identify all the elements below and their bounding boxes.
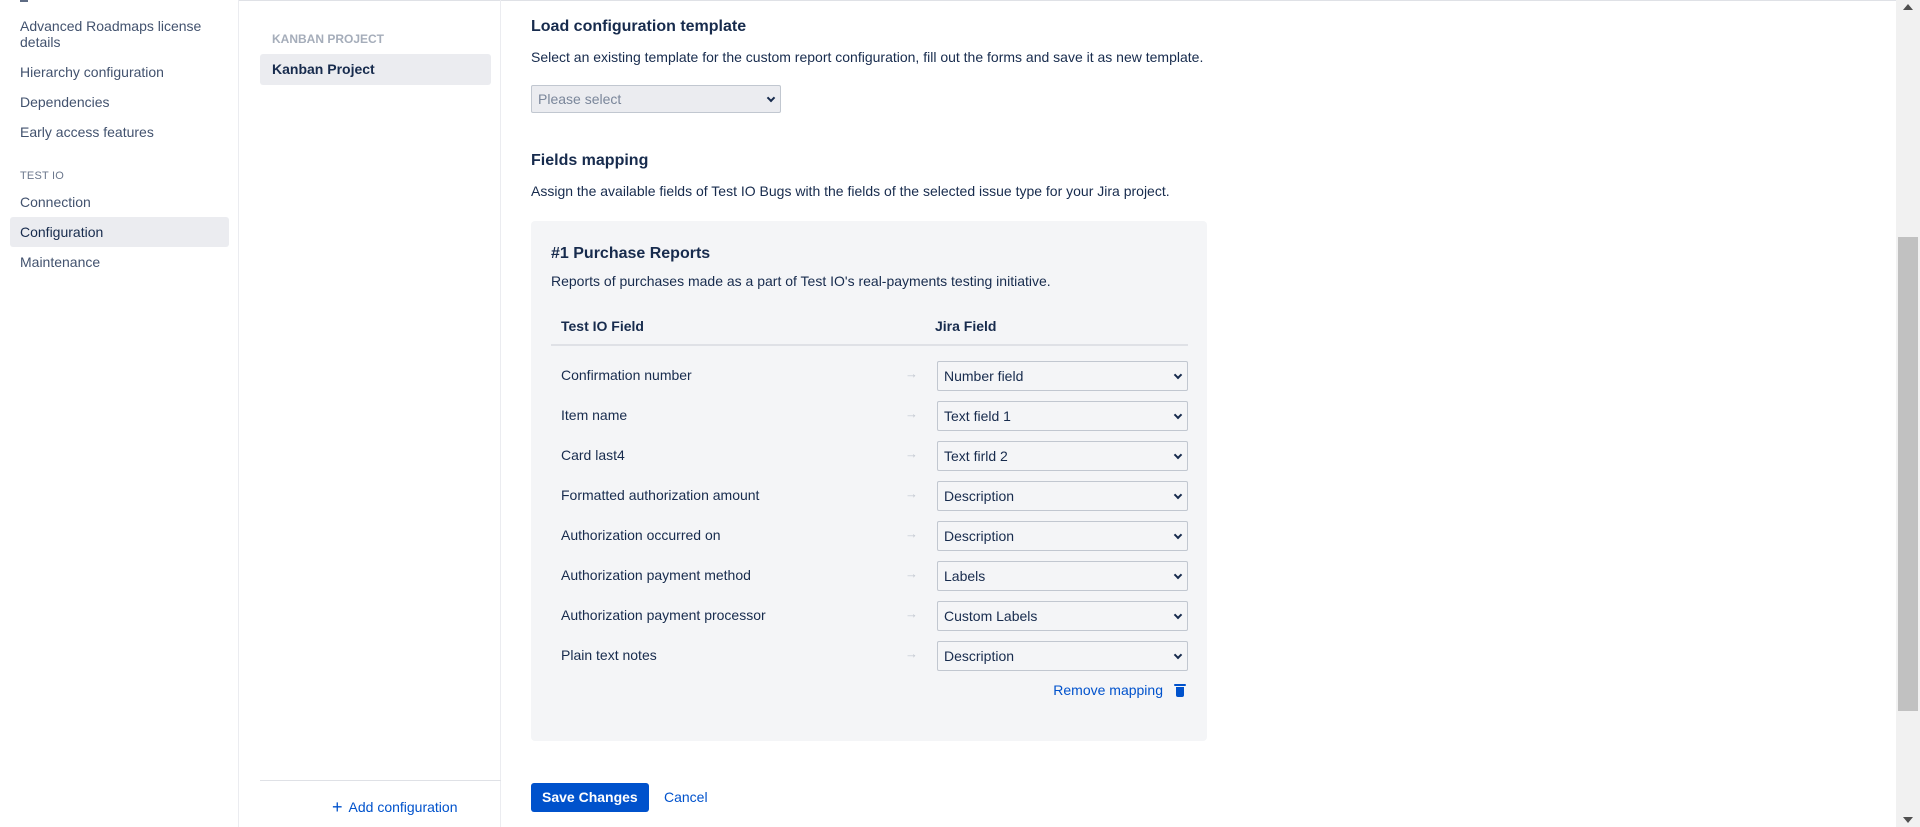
mapping-card-description: Reports of purchases made as a part of T… xyxy=(551,273,1051,289)
testio-field-label: Authorization occurred on xyxy=(561,527,721,543)
settings-sidebar: Advanced Roadmaps license details Hierar… xyxy=(0,0,239,827)
arrow-right-icon: → xyxy=(905,526,918,541)
chevron-down-icon xyxy=(1173,530,1183,540)
jira-field-select[interactable]: Text field 1 xyxy=(937,401,1188,431)
vertical-scrollbar[interactable] xyxy=(1896,0,1920,827)
mapping-row: Authorization occurred on → Description xyxy=(531,516,1207,556)
jira-field-value: Description xyxy=(944,528,1015,544)
remove-mapping-label: Remove mapping xyxy=(1053,682,1163,698)
sidebar-item-hierarchy[interactable]: Hierarchy configuration xyxy=(10,64,229,80)
jira-field-value: Labels xyxy=(944,568,986,584)
mapping-row: Item name → Text field 1 xyxy=(531,396,1207,436)
chevron-down-icon xyxy=(1173,370,1183,380)
mapping-row: Authorization payment processor → Custom… xyxy=(531,596,1207,636)
project-heading: KANBAN PROJECT xyxy=(272,32,385,46)
arrow-right-icon: → xyxy=(905,566,918,581)
sidebar-item-roadmaps-license[interactable]: Advanced Roadmaps license details xyxy=(10,18,229,50)
add-configuration-label: Add configuration xyxy=(348,799,458,815)
mapping-row: Confirmation number → Number field xyxy=(531,356,1207,396)
jira-field-value: Text field 1 xyxy=(944,408,1011,424)
testio-field-label: Plain text notes xyxy=(561,647,657,663)
jira-field-select[interactable]: Description xyxy=(937,641,1188,671)
header-divider xyxy=(551,344,1188,346)
sidebar-item-dependencies[interactable]: Dependencies xyxy=(10,94,229,110)
cancel-button[interactable]: Cancel xyxy=(664,783,708,812)
mapping-card: #1 Purchase Reports Reports of purchases… xyxy=(531,221,1207,741)
sidebar-item-early-access[interactable]: Early access features xyxy=(10,124,229,140)
testio-field-label: Authorization payment method xyxy=(561,567,751,583)
arrow-right-icon: → xyxy=(905,366,918,381)
column-header-jira: Jira Field xyxy=(935,318,997,334)
mapping-row: Card last4 → Text firld 2 xyxy=(531,436,1207,476)
template-select[interactable]: Please select xyxy=(531,85,781,113)
project-list: KANBAN PROJECT Kanban Project + Add conf… xyxy=(240,0,501,827)
trash-icon xyxy=(1174,683,1186,697)
arrow-right-icon: → xyxy=(905,406,918,421)
mapping-row: Plain text notes → Description xyxy=(531,636,1207,676)
jira-field-select[interactable]: Description xyxy=(937,481,1188,511)
jira-field-value: Description xyxy=(944,488,1015,504)
testio-field-label: Confirmation number xyxy=(561,367,692,383)
chevron-down-icon xyxy=(1173,610,1183,620)
template-select-value: Please select xyxy=(538,91,622,107)
plus-icon: + xyxy=(332,797,343,817)
arrow-right-icon: → xyxy=(905,446,918,461)
chevron-down-icon xyxy=(766,93,776,103)
fields-mapping-description: Assign the available fields of Test IO B… xyxy=(531,183,1170,199)
project-item-kanban[interactable]: Kanban Project xyxy=(260,54,491,85)
sidebar-item-connection[interactable]: Connection xyxy=(10,194,229,210)
jira-field-select[interactable]: Text firld 2 xyxy=(937,441,1188,471)
mapping-row: Formatted authorization amount → Descrip… xyxy=(531,476,1207,516)
testio-field-label: Item name xyxy=(561,407,628,423)
mapping-row: Authorization payment method → Labels xyxy=(531,556,1207,596)
arrow-right-icon: → xyxy=(905,646,918,661)
add-configuration-button[interactable]: + Add configuration xyxy=(332,797,458,817)
arrow-right-icon: → xyxy=(905,486,918,501)
chevron-down-icon xyxy=(1173,490,1183,500)
jira-field-select[interactable]: Custom Labels xyxy=(937,601,1188,631)
main-content: Load configuration template Select an ex… xyxy=(531,0,1891,827)
scroll-up-icon[interactable] xyxy=(1903,4,1913,10)
remove-mapping-button[interactable]: Remove mapping xyxy=(1053,682,1186,698)
fields-mapping-title: Fields mapping xyxy=(531,152,649,169)
template-description: Select an existing template for the cust… xyxy=(531,49,1204,65)
jira-field-value: Text firld 2 xyxy=(944,448,1008,464)
scrollbar-thumb[interactable] xyxy=(1898,237,1918,711)
sidebar-item-maintenance[interactable]: Maintenance xyxy=(10,254,229,270)
chevron-down-icon xyxy=(1173,450,1183,460)
chevron-down-icon xyxy=(1173,410,1183,420)
project-footer: + Add configuration xyxy=(260,780,501,827)
jira-field-select[interactable]: Labels xyxy=(937,561,1188,591)
sidebar-section-heading: TEST IO xyxy=(20,170,64,182)
save-changes-button[interactable]: Save Changes xyxy=(531,783,649,812)
mapping-card-title: #1 Purchase Reports xyxy=(551,245,711,262)
chevron-down-icon xyxy=(1173,570,1183,580)
jira-field-value: Description xyxy=(944,648,1015,664)
testio-field-label: Card last4 xyxy=(561,447,625,463)
testio-field-label: Authorization payment processor xyxy=(561,607,766,623)
scroll-down-icon[interactable] xyxy=(1903,817,1913,823)
jira-field-select[interactable]: Number field xyxy=(937,361,1188,391)
cut-off-item xyxy=(20,0,28,3)
jira-field-select[interactable]: Description xyxy=(937,521,1188,551)
jira-field-value: Number field xyxy=(944,368,1024,384)
testio-field-label: Formatted authorization amount xyxy=(561,487,760,503)
jira-field-value: Custom Labels xyxy=(944,608,1038,624)
arrow-right-icon: → xyxy=(905,606,918,621)
column-header-testio: Test IO Field xyxy=(561,318,644,334)
chevron-down-icon xyxy=(1173,650,1183,660)
template-title: Load configuration template xyxy=(531,18,747,35)
sidebar-item-configuration[interactable]: Configuration xyxy=(10,217,229,247)
